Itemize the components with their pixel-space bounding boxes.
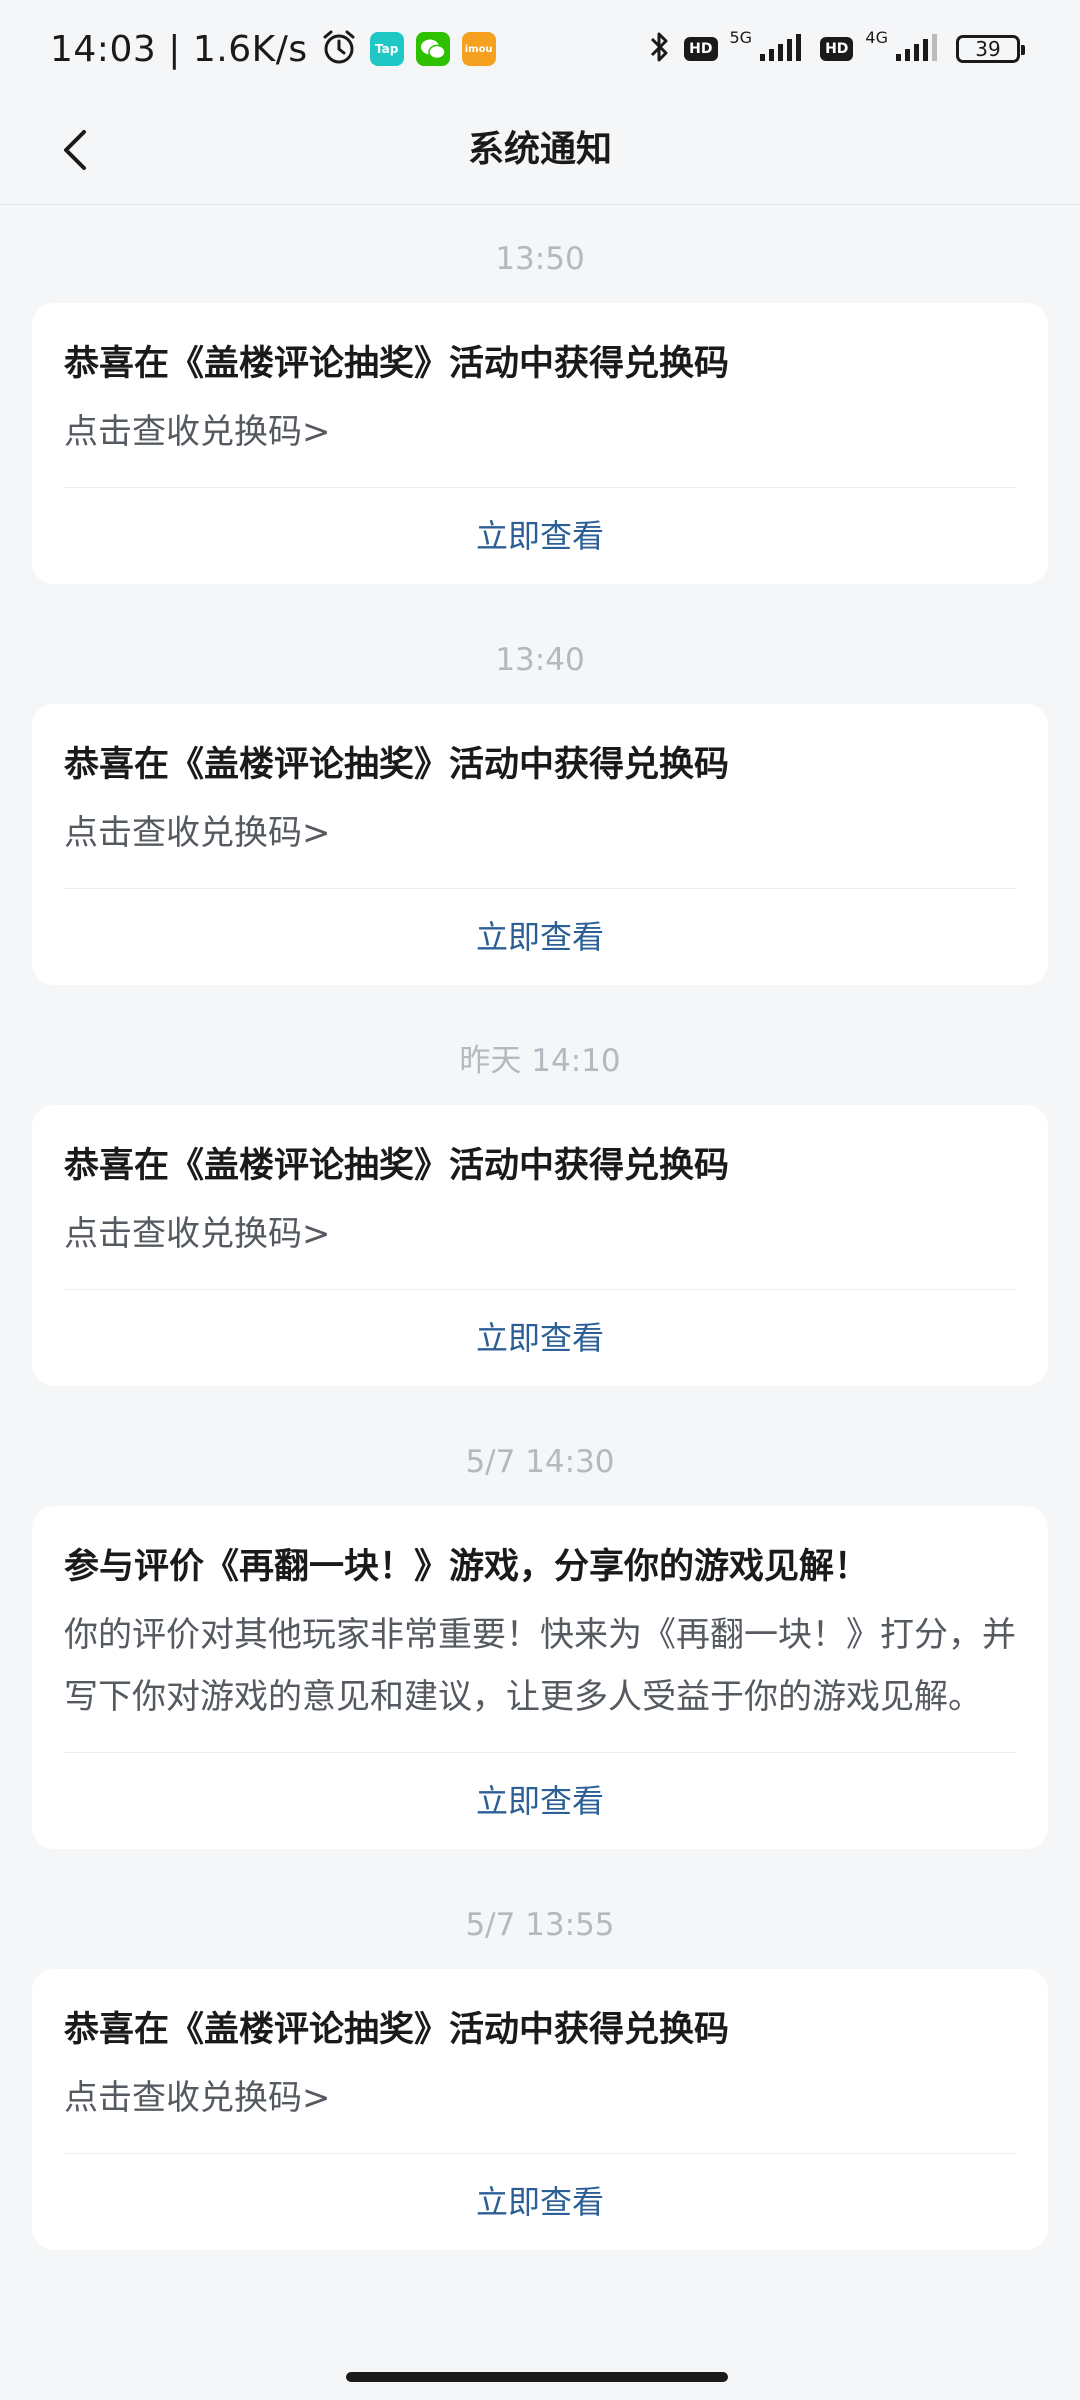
notification-body[interactable]: 点击查收兑换码> bbox=[64, 2067, 1016, 2129]
notification-card[interactable]: 恭喜在《盖楼评论抽奖》活动中获得兑换码 点击查收兑换码> 立即查看 bbox=[32, 704, 1048, 985]
time-label: 5/7 14:30 bbox=[465, 1444, 615, 1480]
hd-badge-1: HD bbox=[684, 37, 718, 61]
view-now-button[interactable]: 立即查看 bbox=[64, 1753, 1016, 1849]
time-label: 13:50 bbox=[495, 241, 585, 277]
home-indicator[interactable] bbox=[346, 2372, 728, 2382]
network-type-1: 5G bbox=[729, 28, 753, 47]
time-label: 5/7 13:55 bbox=[465, 1907, 615, 1943]
status-separator: | bbox=[168, 28, 181, 70]
notification-body[interactable]: 点击查收兑换码> bbox=[64, 401, 1016, 463]
bluetooth-icon bbox=[648, 29, 672, 69]
status-left: 14:03 | 1.6K/s Tap imou bbox=[50, 24, 496, 74]
notification-title: 参与评价《再翻一块！》游戏，分享你的游戏见解！ bbox=[64, 1547, 870, 1587]
view-now-button[interactable]: 立即查看 bbox=[64, 889, 1016, 985]
view-now-button[interactable]: 立即查看 bbox=[64, 1290, 1016, 1386]
status-bar: 14:03 | 1.6K/s Tap imou HD 5G HD 4G 39 bbox=[0, 0, 1080, 96]
page-title: 系统通知 bbox=[467, 129, 612, 170]
wechat-icon bbox=[415, 32, 450, 66]
battery-level: 39 bbox=[975, 37, 1001, 61]
notification-body[interactable]: 点击查收兑换码> bbox=[64, 1203, 1016, 1265]
notification-title: 恭喜在《盖楼评论抽奖》活动中获得兑换码 bbox=[64, 2010, 730, 2050]
signal-icon-1 bbox=[758, 32, 808, 66]
signal-icon-2 bbox=[894, 32, 944, 66]
notification-body[interactable]: 你的评价对其他玩家非常重要！快来为《再翻一块！》打分，并写下你对游戏的意见和建议… bbox=[64, 1604, 1016, 1728]
view-now-button[interactable]: 立即查看 bbox=[64, 488, 1016, 584]
battery-icon: 39 bbox=[956, 35, 1025, 63]
notification-title: 恭喜在《盖楼评论抽奖》活动中获得兑换码 bbox=[64, 344, 730, 384]
view-now-button[interactable]: 立即查看 bbox=[64, 2154, 1016, 2250]
notification-title: 恭喜在《盖楼评论抽奖》活动中获得兑换码 bbox=[64, 1146, 730, 1186]
header: 系统通知 bbox=[0, 96, 1080, 205]
notification-title: 恭喜在《盖楼评论抽奖》活动中获得兑换码 bbox=[64, 745, 730, 785]
notification-card[interactable]: 恭喜在《盖楼评论抽奖》活动中获得兑换码 点击查收兑换码> 立即查看 bbox=[32, 1969, 1048, 2250]
notification-card[interactable]: 恭喜在《盖楼评论抽奖》活动中获得兑换码 点击查收兑换码> 立即查看 bbox=[32, 1105, 1048, 1386]
notification-body[interactable]: 点击查收兑换码> bbox=[64, 802, 1016, 864]
time-label: 昨天 14:10 bbox=[459, 1043, 621, 1079]
imou-app-icon: imou bbox=[461, 32, 496, 66]
status-time: 14:03 bbox=[50, 28, 157, 70]
time-label: 13:40 bbox=[495, 642, 585, 678]
notification-card[interactable]: 恭喜在《盖楼评论抽奖》活动中获得兑换码 点击查收兑换码> 立即查看 bbox=[32, 303, 1048, 584]
network-type-2: 4G bbox=[865, 28, 888, 47]
status-right: HD 5G HD 4G 39 bbox=[648, 24, 1025, 74]
hd-badge-2: HD bbox=[820, 37, 854, 61]
alarm-icon bbox=[320, 28, 358, 70]
network-speed: 1.6K/s bbox=[192, 28, 308, 70]
notification-card[interactable]: 参与评价《再翻一块！》游戏，分享你的游戏见解！ 你的评价对其他玩家非常重要！快来… bbox=[32, 1506, 1048, 1849]
notification-list[interactable]: 13:50 恭喜在《盖楼评论抽奖》活动中获得兑换码 点击查收兑换码> 立即查看 … bbox=[0, 205, 1080, 2250]
tap-app-icon: Tap bbox=[369, 32, 404, 66]
